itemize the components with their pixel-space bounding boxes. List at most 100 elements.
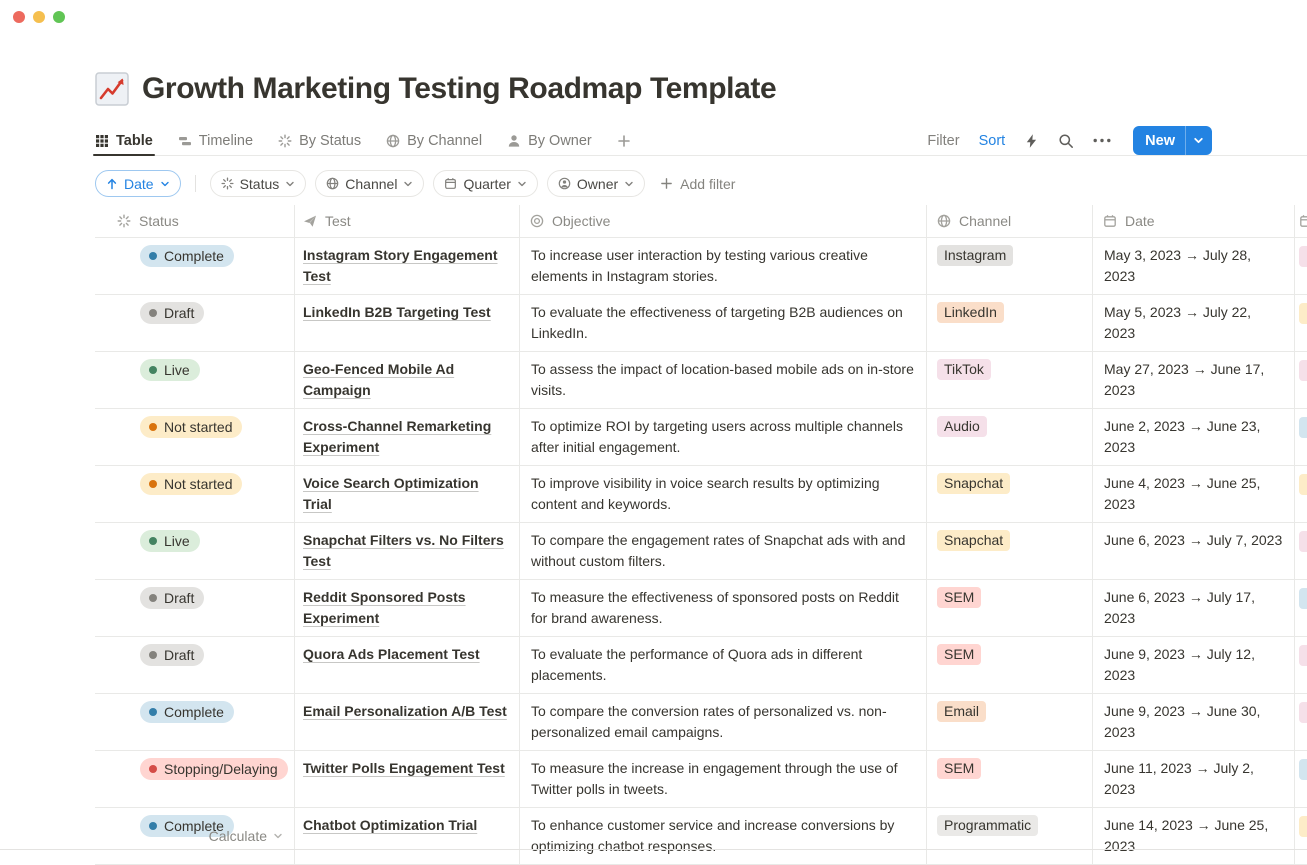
filter-chip-owner[interactable]: Owner <box>547 170 645 197</box>
quarter-cell-cutoff[interactable] <box>1295 352 1307 408</box>
quarter-cell-cutoff[interactable] <box>1295 238 1307 294</box>
channel-cell[interactable]: SEM <box>927 580 1093 636</box>
date-cell[interactable]: June 4, 2023 → June 25, 2023 <box>1093 466 1295 522</box>
date-cell[interactable]: May 27, 2023 → June 17, 2023 <box>1093 352 1295 408</box>
column-header-test[interactable]: Test <box>295 205 520 237</box>
column-header-objective[interactable]: Objective <box>520 205 927 237</box>
test-title-link[interactable]: Geo-Fenced Mobile Ad Campaign <box>303 361 454 398</box>
test-title-link[interactable]: Voice Search Optimization Trial <box>303 475 479 512</box>
status-cell[interactable]: Live <box>95 523 295 579</box>
channel-cell[interactable]: SEM <box>927 751 1093 807</box>
quarter-cell-cutoff[interactable] <box>1295 751 1307 807</box>
objective-cell[interactable]: To optimize ROI by targeting users acros… <box>520 409 927 465</box>
channel-cell[interactable]: Email <box>927 694 1093 750</box>
objective-cell[interactable]: To improve visibility in voice search re… <box>520 466 927 522</box>
table-row[interactable]: Live Geo-Fenced Mobile Ad Campaign To as… <box>95 352 1307 409</box>
date-cell[interactable]: June 2, 2023 → June 23, 2023 <box>1093 409 1295 465</box>
tab-by-channel[interactable]: By Channel <box>386 126 482 155</box>
table-row[interactable]: Not started Cross-Channel Remarketing Ex… <box>95 409 1307 466</box>
objective-cell[interactable]: To evaluate the effectiveness of targeti… <box>520 295 927 351</box>
channel-tag[interactable]: SEM <box>937 758 981 779</box>
filter-chip-channel[interactable]: Channel <box>315 170 424 197</box>
status-badge[interactable]: Not started <box>140 473 242 495</box>
status-badge[interactable]: Live <box>140 359 200 381</box>
table-row[interactable]: Stopping/Delaying Twitter Polls Engageme… <box>95 751 1307 808</box>
date-cell[interactable]: May 3, 2023 → July 28, 2023 <box>1093 238 1295 294</box>
quarter-cell-cutoff[interactable] <box>1295 466 1307 522</box>
new-button[interactable]: New <box>1133 126 1212 155</box>
test-title-link[interactable]: Cross-Channel Remarketing Experiment <box>303 418 491 455</box>
status-cell[interactable]: Draft <box>95 295 295 351</box>
channel-cell[interactable]: Snapchat <box>927 466 1093 522</box>
tab-timeline[interactable]: Timeline <box>178 126 253 155</box>
lightning-button[interactable] <box>1024 133 1039 149</box>
channel-tag[interactable]: SEM <box>937 644 981 665</box>
test-cell[interactable]: Geo-Fenced Mobile Ad Campaign <box>295 352 520 408</box>
tab-by-owner[interactable]: By Owner <box>507 126 592 155</box>
objective-cell[interactable]: To assess the impact of location-based m… <box>520 352 927 408</box>
date-cell[interactable]: June 9, 2023 → July 12, 2023 <box>1093 637 1295 693</box>
test-title-link[interactable]: Reddit Sponsored Posts Experiment <box>303 589 466 626</box>
objective-cell[interactable]: To evaluate the performance of Quora ads… <box>520 637 927 693</box>
channel-tag[interactable]: Audio <box>937 416 987 437</box>
test-cell[interactable]: Quora Ads Placement Test <box>295 637 520 693</box>
filter-button[interactable]: Filter <box>927 133 959 149</box>
status-cell[interactable]: Draft <box>95 580 295 636</box>
quarter-cell-cutoff[interactable] <box>1295 409 1307 465</box>
channel-tag[interactable]: SEM <box>937 587 981 608</box>
status-cell[interactable]: Live <box>95 352 295 408</box>
status-badge[interactable]: Draft <box>140 644 204 666</box>
filter-chip-status[interactable]: Status <box>210 170 307 197</box>
date-cell[interactable]: June 9, 2023 → June 30, 2023 <box>1093 694 1295 750</box>
column-header-date[interactable]: Date <box>1093 205 1295 237</box>
channel-cell[interactable]: TikTok <box>927 352 1093 408</box>
table-row[interactable]: Draft Reddit Sponsored Posts Experiment … <box>95 580 1307 637</box>
quarter-cell-cutoff[interactable] <box>1295 637 1307 693</box>
test-cell[interactable]: Cross-Channel Remarketing Experiment <box>295 409 520 465</box>
channel-tag[interactable]: Instagram <box>937 245 1013 266</box>
channel-cell[interactable]: Instagram <box>927 238 1093 294</box>
status-cell[interactable]: Stopping/Delaying <box>95 751 295 807</box>
status-cell[interactable]: Draft <box>95 637 295 693</box>
status-cell[interactable]: Complete <box>95 238 295 294</box>
test-cell[interactable]: Reddit Sponsored Posts Experiment <box>295 580 520 636</box>
objective-cell[interactable]: To measure the effectiveness of sponsore… <box>520 580 927 636</box>
column-header-channel[interactable]: Date Channel <box>927 205 1093 237</box>
add-filter-button[interactable]: Add filter <box>660 176 735 192</box>
page-title[interactable]: Growth Marketing Testing Roadmap Templat… <box>142 70 776 108</box>
test-cell[interactable]: Twitter Polls Engagement Test <box>295 751 520 807</box>
date-cell[interactable]: June 6, 2023 → July 17, 2023 <box>1093 580 1295 636</box>
status-badge[interactable]: Stopping/Delaying <box>140 758 288 780</box>
table-row[interactable]: Complete Instagram Story Engagement Test… <box>95 238 1307 295</box>
sort-chip-date[interactable]: Date <box>95 170 181 197</box>
status-cell[interactable]: Not started <box>95 466 295 522</box>
calculate-button[interactable]: Calculate <box>95 821 295 850</box>
status-badge[interactable]: Complete <box>140 701 234 723</box>
channel-tag[interactable]: Snapchat <box>937 530 1010 551</box>
status-cell[interactable]: Complete <box>95 694 295 750</box>
tab-table[interactable]: Table <box>95 126 153 155</box>
test-cell[interactable]: LinkedIn B2B Targeting Test <box>295 295 520 351</box>
status-badge[interactable]: Live <box>140 530 200 552</box>
status-badge[interactable]: Not started <box>140 416 242 438</box>
column-header-status[interactable]: Status <box>95 205 295 237</box>
table-row[interactable]: Draft Quora Ads Placement Test To evalua… <box>95 637 1307 694</box>
date-cell[interactable]: June 6, 2023 → July 7, 2023 <box>1093 523 1295 579</box>
date-cell[interactable]: May 5, 2023 → July 22, 2023 <box>1093 295 1295 351</box>
table-row[interactable]: Not started Voice Search Optimization Tr… <box>95 466 1307 523</box>
objective-cell[interactable]: To compare the engagement rates of Snapc… <box>520 523 927 579</box>
objective-cell[interactable]: To measure the increase in engagement th… <box>520 751 927 807</box>
tab-by-status[interactable]: By Status <box>278 126 361 155</box>
column-header-quarter-cutoff[interactable] <box>1295 205 1307 237</box>
window-close-button[interactable] <box>13 11 25 23</box>
new-dropdown-button[interactable] <box>1186 135 1212 146</box>
table-row[interactable]: Draft LinkedIn B2B Targeting Test To eva… <box>95 295 1307 352</box>
filter-chip-quarter[interactable]: Quarter <box>433 170 537 197</box>
quarter-cell-cutoff[interactable] <box>1295 523 1307 579</box>
test-cell[interactable]: Snapchat Filters vs. No Filters Test <box>295 523 520 579</box>
objective-cell[interactable]: To increase user interaction by testing … <box>520 238 927 294</box>
objective-cell[interactable]: To compare the conversion rates of perso… <box>520 694 927 750</box>
quarter-cell-cutoff[interactable] <box>1295 694 1307 750</box>
channel-tag[interactable]: TikTok <box>937 359 991 380</box>
test-title-link[interactable]: Email Personalization A/B Test <box>303 703 507 719</box>
